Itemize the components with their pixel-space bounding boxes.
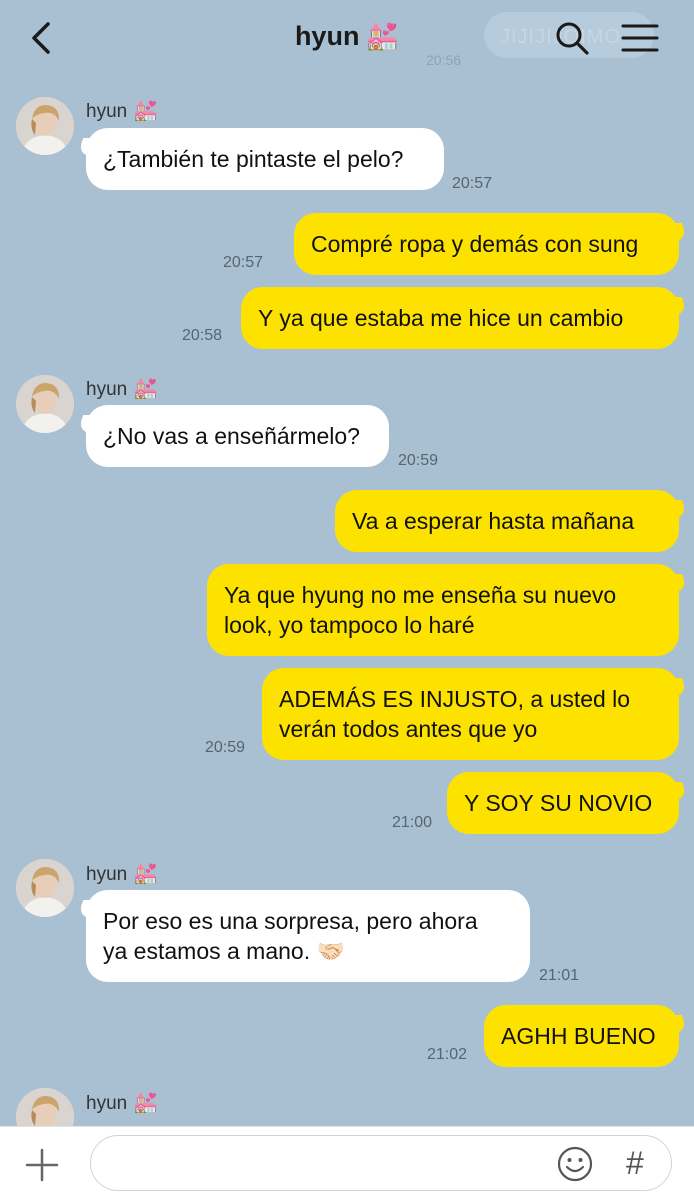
outgoing-message-bubble[interactable]: ADEMÁS ES INJUSTO, a usted lo verán todo… — [262, 668, 679, 760]
outgoing-message-bubble[interactable]: Va a esperar hasta mañana — [335, 490, 679, 552]
outgoing-message-bubble[interactable]: Ya que hyung no me enseña su nuevo look,… — [207, 564, 679, 656]
message-text-line: ADEMÁS ES INJUSTO, a usted lo — [279, 686, 631, 712]
message-text: Compré ropa y demás con sung — [311, 231, 639, 257]
sender-name-text: hyun — [86, 379, 128, 400]
message-text-line: Por eso es una sorpresa, pero ahora — [103, 908, 478, 934]
avatar-photo — [16, 375, 74, 433]
sender-emoji: 💒 — [133, 863, 159, 885]
emoji-smile-icon[interactable] — [556, 1145, 594, 1183]
search-icon[interactable] — [554, 20, 590, 56]
hashtag-icon[interactable]: # — [626, 1145, 644, 1182]
sender-emoji: 💒 — [133, 100, 159, 122]
incoming-message-bubble[interactable]: ¿También te pintaste el pelo? — [86, 128, 444, 190]
contact-avatar[interactable] — [16, 859, 74, 917]
avatar-photo — [16, 859, 74, 917]
sender-name: hyun 💒 — [86, 98, 158, 123]
incoming-message-bubble[interactable]: ¿No vas a enseñármelo? — [86, 405, 389, 467]
message-text: AGHH BUENO — [501, 1023, 656, 1049]
contact-avatar[interactable] — [16, 97, 74, 155]
sender-name: hyun 💒 — [86, 861, 158, 886]
message-text: Y ya que estaba me hice un cambio — [258, 305, 624, 331]
message-timestamp: 20:58 — [182, 327, 223, 344]
chat-header: JIJIJIJOIMO 20:56 hyun 💒 — [0, 0, 694, 78]
message-timestamp: 20:59 — [205, 739, 246, 756]
sender-emoji: 💒 — [133, 378, 159, 400]
sender-name: hyun 💒 — [86, 376, 158, 401]
avatar-photo — [16, 97, 74, 155]
incoming-message-bubble[interactable]: Por eso es una sorpresa, pero ahora ya e… — [86, 890, 530, 982]
message-text-line: verán todos antes que yo — [279, 716, 538, 742]
message-text-line: Ya que hyung no me enseña su nuevo — [224, 582, 617, 608]
message-timestamp: 20:59 — [398, 452, 439, 469]
contact-avatar[interactable] — [16, 375, 74, 433]
message-text-line: look, yo tampoco lo haré — [224, 612, 475, 638]
chat-title-text: hyun — [294, 21, 360, 51]
message-timestamp: 20:57 — [223, 254, 264, 271]
message-text: ¿No vas a enseñármelo? — [103, 423, 360, 449]
plus-icon[interactable] — [24, 1147, 60, 1183]
ghost-timestamp: 20:56 — [426, 52, 462, 68]
message-timestamp: 20:57 — [452, 175, 493, 192]
sender-name-text: hyun — [86, 101, 128, 122]
message-timestamp: 21:01 — [539, 967, 580, 984]
sender-emoji: 💒 — [133, 1092, 159, 1114]
hamburger-menu-icon[interactable] — [620, 22, 660, 54]
message-text: Y SOY SU NOVIO — [464, 790, 653, 816]
message-text: ¿También te pintaste el pelo? — [103, 146, 404, 172]
message-timestamp: 21:02 — [427, 1046, 468, 1063]
outgoing-message-bubble[interactable]: Compré ropa y demás con sung — [294, 213, 679, 275]
message-text-line: ya estamos a mano. 🤝🏻 — [103, 938, 346, 964]
outgoing-message-bubble[interactable]: Y ya que estaba me hice un cambio — [241, 287, 679, 349]
message-text: Va a esperar hasta mañana — [352, 508, 635, 534]
sender-name-text: hyun — [86, 1093, 128, 1114]
message-timestamp: 21:00 — [392, 814, 433, 831]
outgoing-message-bubble[interactable]: AGHH BUENO — [484, 1005, 679, 1067]
chat-title-emoji: 💒 — [365, 21, 400, 51]
outgoing-message-bubble[interactable]: Y SOY SU NOVIO — [447, 772, 679, 834]
sender-name: hyun 💒 — [86, 1090, 158, 1115]
message-input-bar: # — [0, 1126, 694, 1201]
sender-name-text: hyun — [86, 864, 128, 885]
